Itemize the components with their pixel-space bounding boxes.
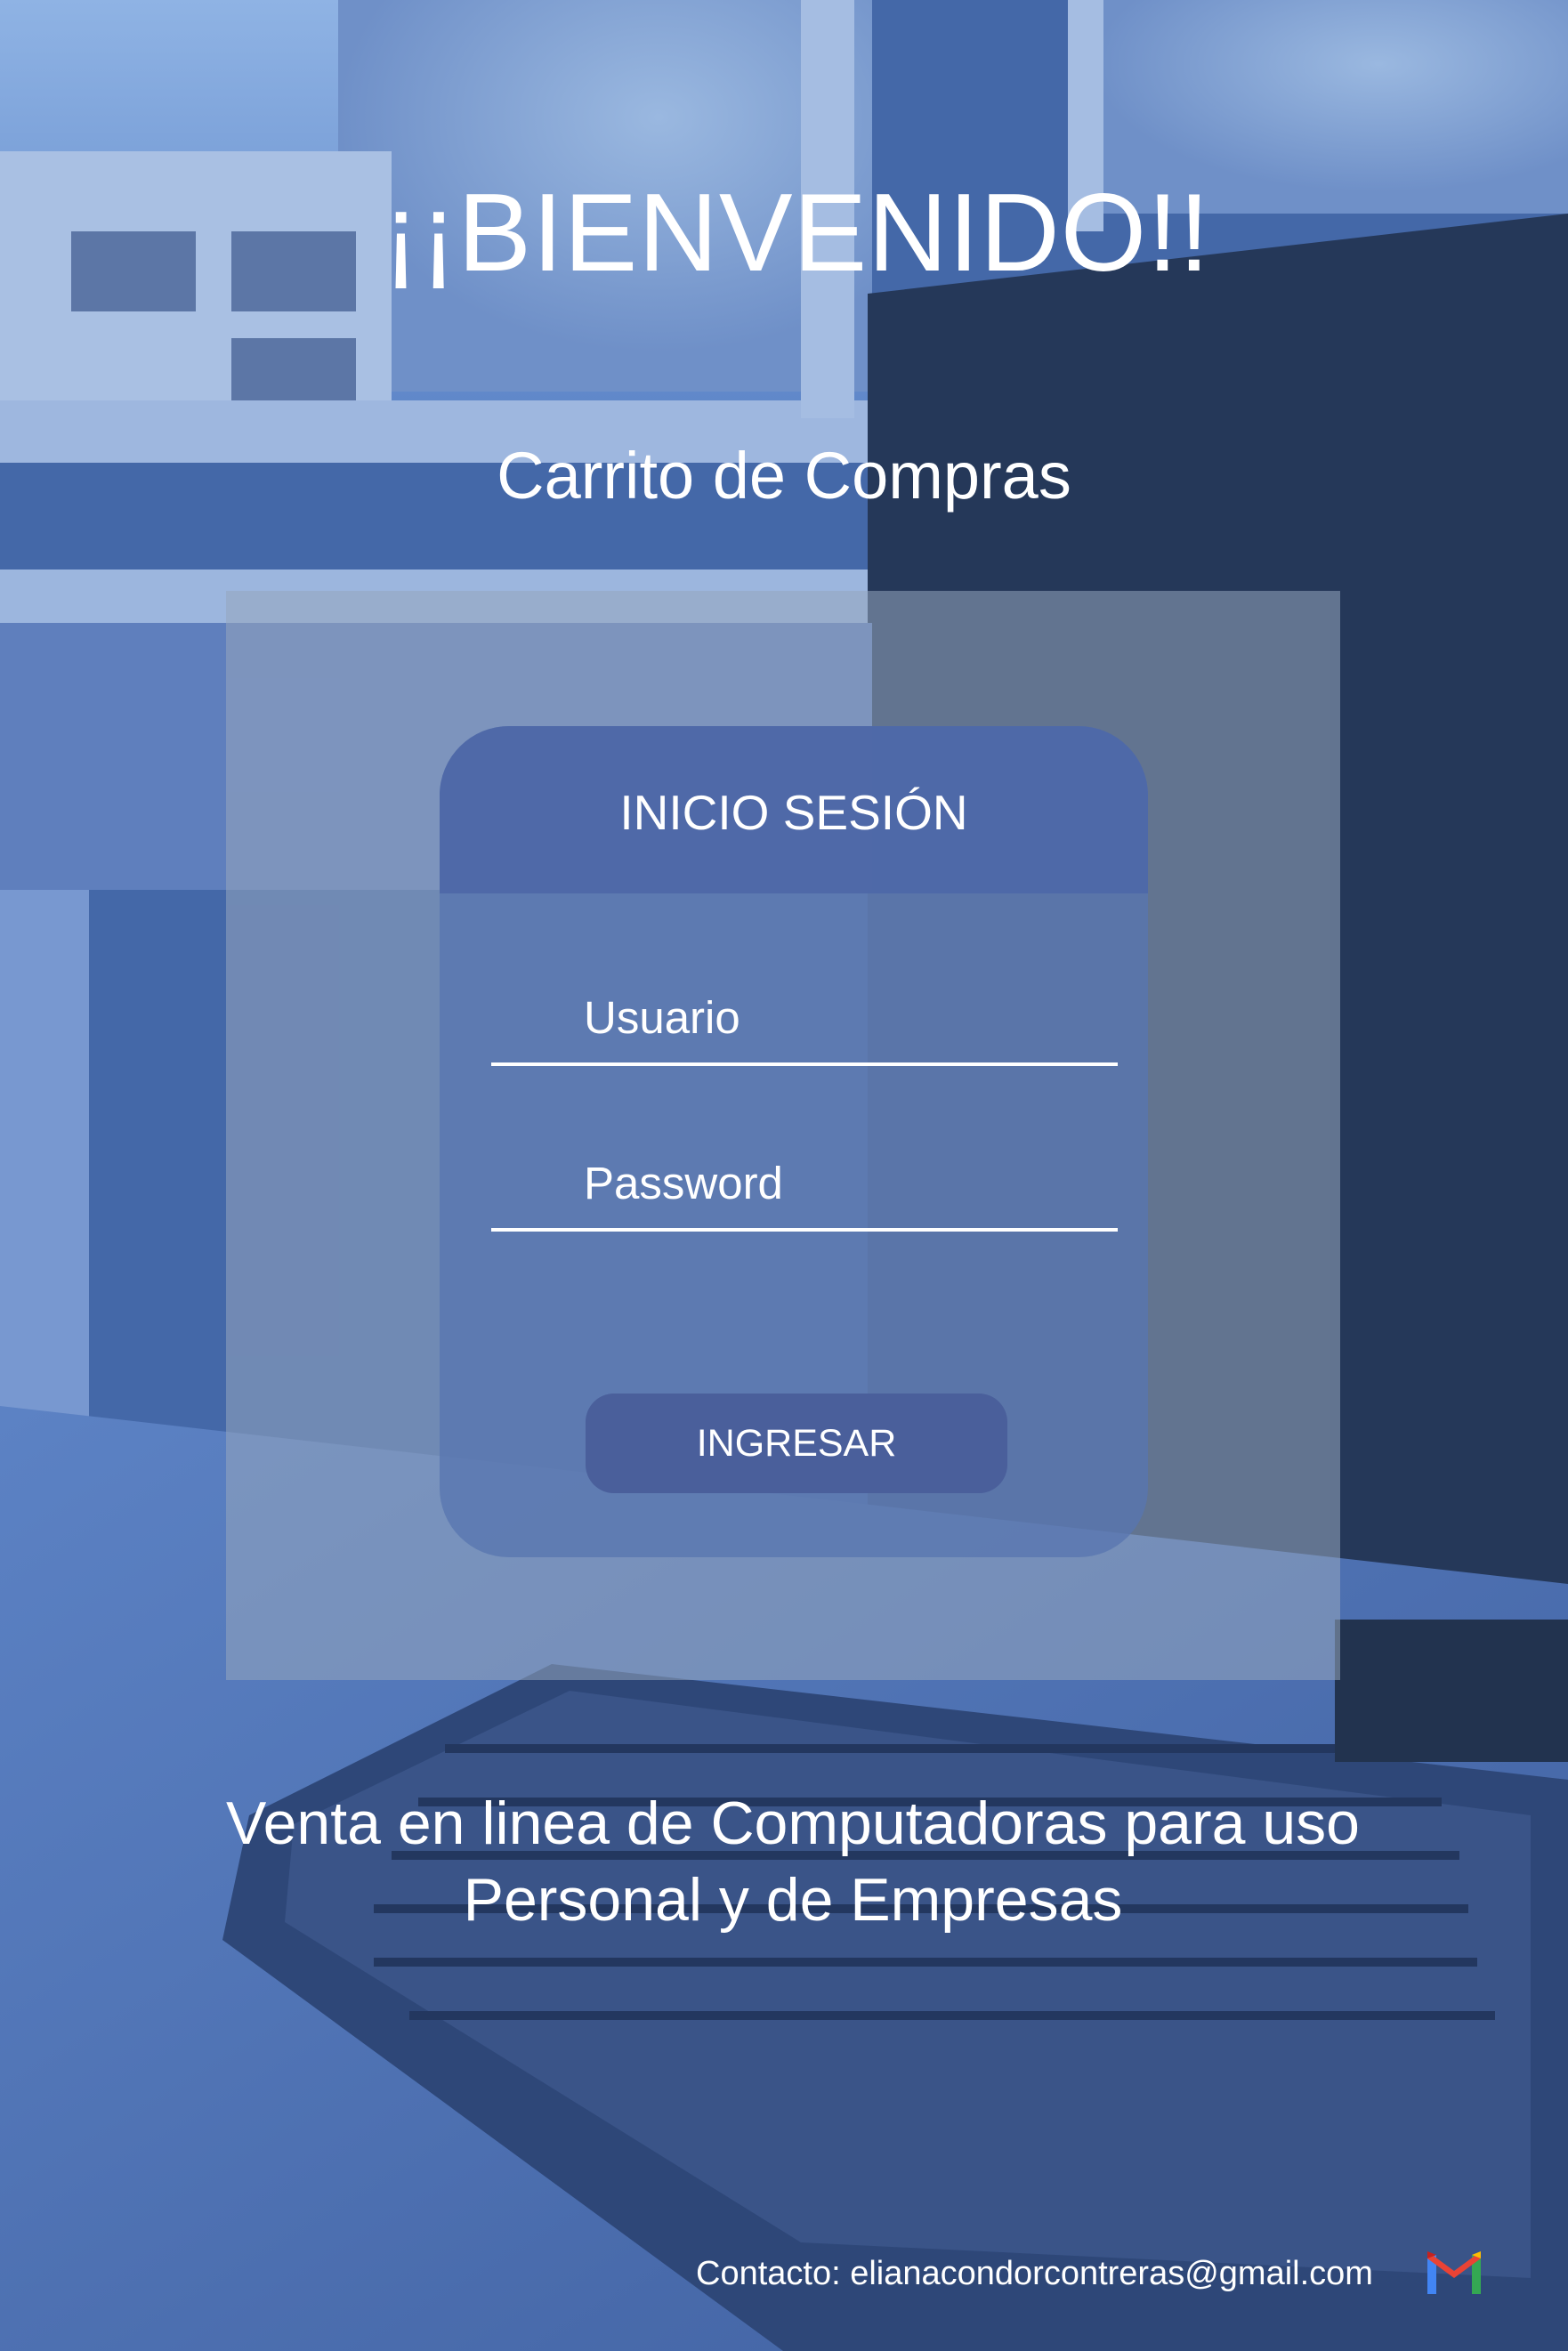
login-card-header: INICIO SESIÓN (440, 726, 1148, 893)
login-card-title: INICIO SESIÓN (619, 785, 968, 840)
username-field[interactable]: Usuario (491, 974, 1118, 1066)
password-field[interactable]: Password (491, 1139, 1118, 1232)
login-button[interactable]: INGRESAR (586, 1394, 1007, 1493)
gmail-icon[interactable] (1424, 2250, 1484, 2296)
login-page: ¡¡BIENVENIDO!! Carrito de Compras INICIO… (0, 0, 1568, 2351)
page-subtitle: Carrito de Compras (497, 439, 1071, 513)
page-title: ¡¡BIENVENIDO!! (382, 172, 1211, 295)
tagline-line-1: Venta en linea de Computadoras para uso (225, 1790, 1360, 1857)
username-placeholder: Usuario (584, 992, 740, 1043)
password-placeholder: Password (584, 1158, 783, 1208)
contact-email[interactable]: Contacto: elianacondorcontreras@gmail.co… (696, 2257, 1373, 2290)
tagline-line-2: Personal y de Empresas (463, 1866, 1123, 1934)
tagline: Venta en linea de Computadoras para uso … (0, 1785, 1568, 1938)
